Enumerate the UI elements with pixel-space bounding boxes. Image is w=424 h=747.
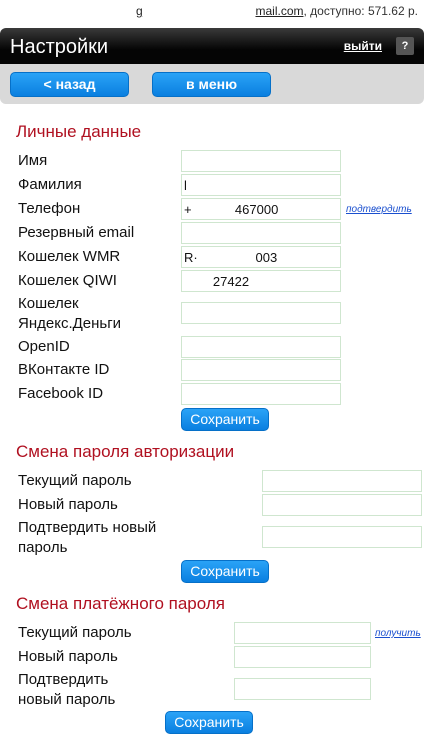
page-title: Настройки	[10, 36, 109, 58]
payment-confirm-password-label: Подтвердить новый пароль	[18, 671, 116, 708]
payment-password-section-title: Смена платёжного пароля	[16, 594, 225, 613]
account-bar: g mail.com, доступно: 571.62 р.	[0, 0, 424, 22]
payment-confirm-password-field[interactable]	[234, 678, 371, 700]
openid-field[interactable]	[181, 336, 341, 358]
auth-password-section-title: Смена пароля авторизации	[16, 442, 235, 461]
openid-label: OpenID	[18, 338, 70, 355]
qiwi-wallet-field[interactable]: 27422	[181, 270, 341, 292]
balance-text: , доступно: 571.62 р.	[303, 4, 419, 18]
payment-new-password-field[interactable]	[234, 646, 371, 668]
back-button[interactable]: < назад	[10, 72, 129, 97]
get-password-link[interactable]: получить	[375, 628, 421, 639]
yandex-wallet-label: Кошелек Яндекс.Деньги	[18, 295, 122, 332]
wmr-wallet-field[interactable]: R· 003	[181, 246, 341, 268]
save-payment-password-button[interactable]: Сохранить	[165, 711, 253, 734]
save-auth-password-button[interactable]: Сохранить	[181, 560, 269, 583]
logout-link[interactable]: выйти	[344, 39, 382, 53]
name-field[interactable]	[181, 150, 341, 172]
nav-bar: < назад в меню	[0, 64, 424, 104]
username-link[interactable]: g	[136, 4, 143, 18]
payment-current-password-label: Текущий пароль	[18, 624, 132, 641]
auth-confirm-password-label: Подтвердить новый пароль	[18, 519, 157, 556]
surname-field[interactable]: l	[181, 174, 341, 196]
menu-button[interactable]: в меню	[152, 72, 271, 97]
account-link[interactable]: mail.com	[255, 4, 303, 18]
qiwi-wallet-label: Кошелек QIWI	[18, 272, 117, 289]
auth-new-password-label: Новый пароль	[18, 496, 118, 513]
phone-label: Телефон	[18, 200, 81, 217]
confirm-phone-link[interactable]: подтвердить	[346, 204, 412, 215]
facebook-id-label: Facebook ID	[18, 385, 104, 402]
account-info: mail.com, доступно: 571.62 р.	[255, 4, 418, 18]
personal-section-title: Личные данные	[16, 122, 142, 141]
page-header: Настройки выйти ?	[0, 28, 424, 64]
backup-email-label: Резервный email	[18, 224, 135, 241]
facebook-id-field[interactable]	[181, 383, 341, 405]
yandex-wallet-field[interactable]	[181, 302, 341, 324]
payment-new-password-label: Новый пароль	[18, 648, 118, 665]
vk-id-label: ВКонтакте ID	[18, 361, 110, 378]
save-personal-button[interactable]: Сохранить	[181, 408, 269, 431]
backup-email-field[interactable]	[181, 222, 341, 244]
name-label: Имя	[18, 152, 48, 169]
payment-current-password-field[interactable]	[234, 622, 371, 644]
auth-new-password-field[interactable]	[262, 494, 422, 516]
surname-label: Фамилия	[18, 176, 82, 193]
auth-current-password-label: Текущий пароль	[18, 472, 132, 489]
vk-id-field[interactable]	[181, 359, 341, 381]
wmr-wallet-label: Кошелек WMR	[18, 248, 121, 265]
help-icon[interactable]: ?	[396, 37, 414, 55]
phone-field[interactable]: + 467000	[181, 198, 341, 220]
auth-confirm-password-field[interactable]	[262, 526, 422, 548]
auth-current-password-field[interactable]	[262, 470, 422, 492]
